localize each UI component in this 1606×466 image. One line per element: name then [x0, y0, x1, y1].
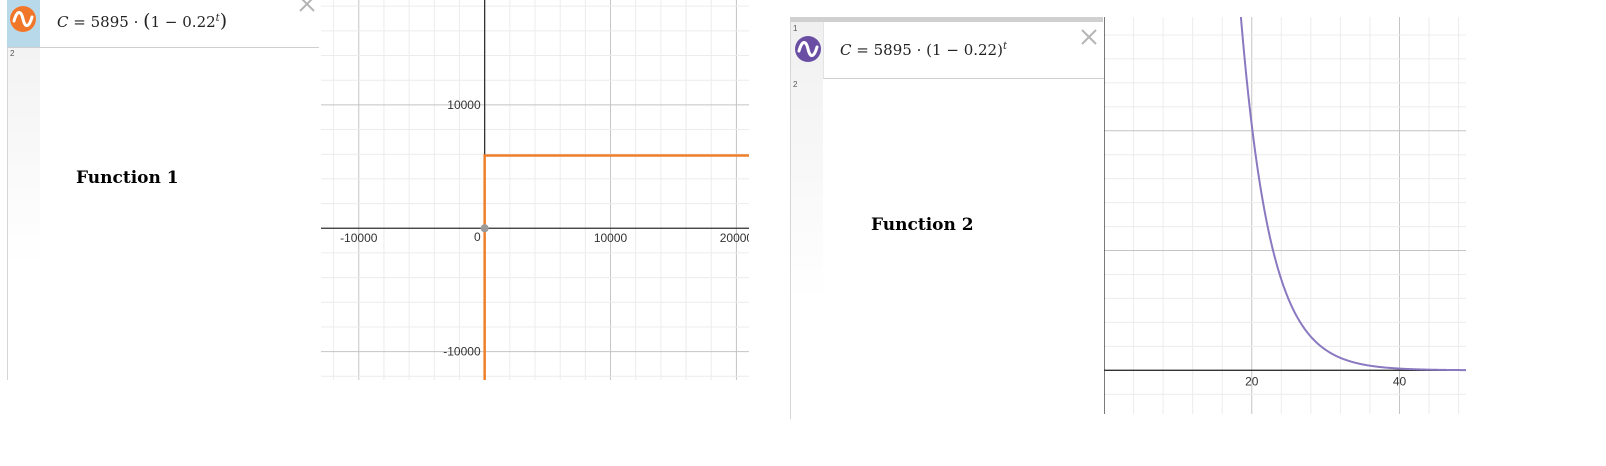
expr-minus: − — [946, 41, 959, 59]
expr-coefficient: 5895 — [873, 41, 912, 59]
expr-one: 1 — [932, 41, 942, 59]
axis-tick-label: 40 — [1393, 374, 1407, 388]
expression-list-panel-1: 2 Function 1 — [7, 0, 320, 380]
expr-coefficient: 5895 — [90, 13, 129, 31]
graph-canvas-1[interactable]: -10000 0 10000 20000 10000 -10000 — [321, 0, 749, 380]
expr-one: 1 — [150, 13, 161, 31]
origin-point — [480, 224, 489, 233]
expression-row[interactable]: C = 5895 · (1 − 0.22t) — [7, 0, 319, 48]
expr-base: 0.22 — [963, 41, 998, 59]
axis-tick-label: 0 — [474, 230, 481, 244]
axis-tick-label: 10000 — [594, 231, 628, 245]
expression-row[interactable]: C = 5895 · (1 − 0.22)t — [795, 22, 1104, 79]
row-number: 2 — [10, 49, 15, 58]
icon-cell — [7, 0, 40, 47]
axis-tick-label: 10000 — [447, 98, 481, 112]
close-icon[interactable] — [297, 0, 317, 14]
function-curve — [1239, 17, 1466, 372]
expr-exponent: t — [1002, 41, 1007, 52]
expr-times: · — [133, 13, 139, 31]
expr-open-paren: ( — [143, 10, 151, 32]
graph-canvas-2[interactable]: 020404020 — [1104, 17, 1466, 414]
axis-tick-label: 20000 — [720, 231, 749, 245]
function-label: Function 1 — [76, 168, 179, 188]
expr-base: 0.22 — [182, 13, 216, 31]
expr-equals: = — [73, 13, 86, 31]
expr-lhs: C — [57, 13, 69, 31]
axis-tick-label: -10000 — [443, 345, 481, 359]
expression-input[interactable]: C = 5895 · (1 − 0.22)t — [840, 41, 1007, 59]
expr-lhs: C — [840, 41, 852, 59]
function-label: Function 2 — [871, 215, 974, 235]
expr-equals: = — [856, 41, 869, 59]
expression-input[interactable]: C = 5895 · (1 − 0.22t) — [57, 10, 227, 32]
expr-close-paren: ) — [219, 10, 228, 32]
row-number: 2 — [793, 80, 798, 89]
expr-times: · — [916, 41, 922, 59]
function-curve — [483, 154, 749, 380]
axis-tick-label: -10000 — [340, 231, 378, 245]
axis-tick-label: 20 — [1245, 374, 1259, 388]
close-icon[interactable] — [1079, 27, 1099, 47]
wave-icon[interactable] — [10, 6, 36, 32]
row-number: 1 — [793, 24, 798, 33]
wave-icon[interactable] — [795, 36, 821, 62]
expr-minus: − — [164, 13, 178, 31]
